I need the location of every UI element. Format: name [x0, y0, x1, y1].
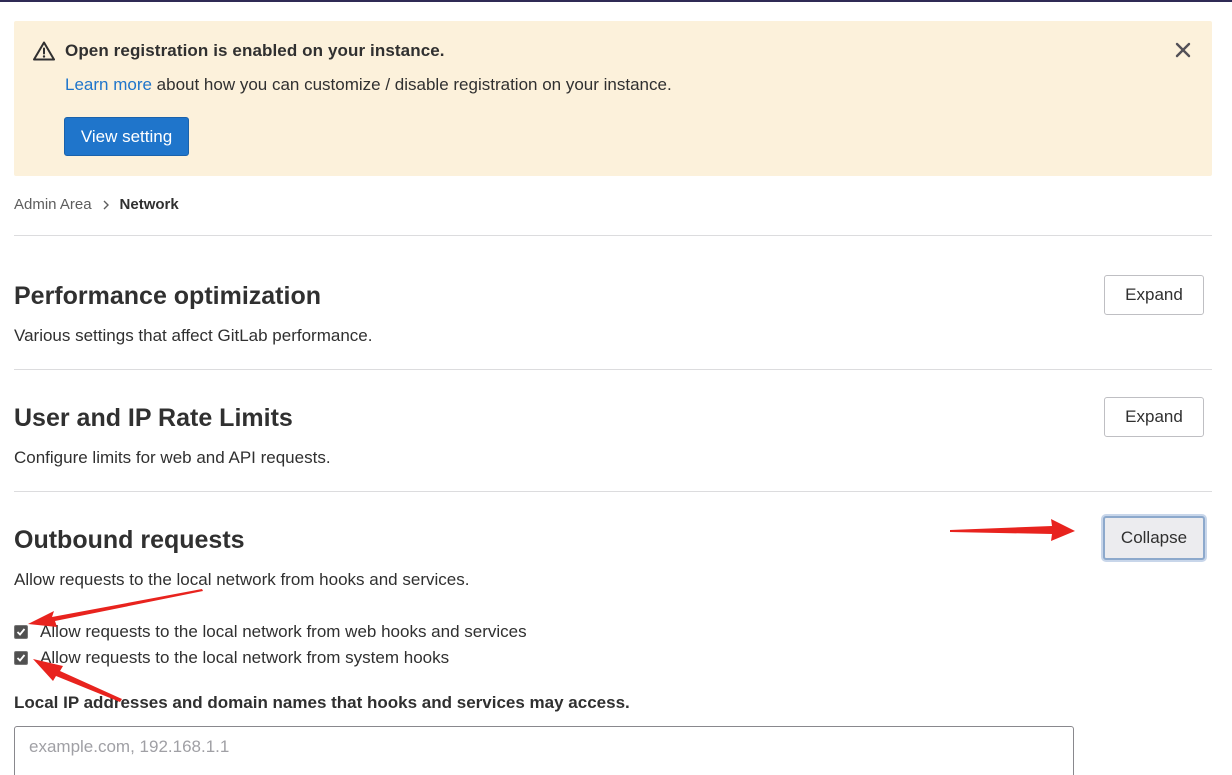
- check-icon: [16, 628, 26, 636]
- alert-title: Open registration is enabled on your ins…: [65, 41, 445, 60]
- web-hooks-checkbox[interactable]: [14, 625, 28, 639]
- top-border: [0, 0, 1232, 2]
- section-desc-outbound: Allow requests to the local network from…: [14, 570, 470, 589]
- section-desc-performance: Various settings that affect GitLab perf…: [14, 326, 373, 345]
- expand-performance-button[interactable]: Expand: [1104, 275, 1204, 315]
- local-ip-textarea[interactable]: [14, 726, 1074, 775]
- close-icon[interactable]: [1172, 39, 1194, 61]
- learn-more-link[interactable]: Learn more: [65, 75, 152, 94]
- section-desc-rate-limits: Configure limits for web and API request…: [14, 448, 331, 467]
- section-title-outbound: Outbound requests: [14, 526, 245, 554]
- breadcrumb: Admin Area Network: [14, 196, 179, 213]
- divider: [14, 369, 1212, 370]
- chevron-right-icon: [103, 200, 109, 209]
- section-title-performance: Performance optimization: [14, 282, 321, 310]
- system-hooks-label[interactable]: Allow requests to the local network from…: [40, 648, 449, 668]
- check-icon: [16, 654, 26, 662]
- system-hooks-checkbox[interactable]: [14, 651, 28, 665]
- view-setting-button[interactable]: View setting: [64, 117, 189, 156]
- divider: [14, 491, 1212, 492]
- web-hooks-label[interactable]: Allow requests to the local network from…: [40, 622, 527, 642]
- warning-icon: [33, 41, 55, 61]
- collapse-outbound-button[interactable]: Collapse: [1103, 516, 1205, 560]
- registration-alert: Open registration is enabled on your ins…: [14, 21, 1212, 176]
- breadcrumb-network[interactable]: Network: [120, 196, 179, 213]
- breadcrumb-admin-area[interactable]: Admin Area: [14, 196, 92, 213]
- alert-body: Learn more about how you can customize /…: [65, 75, 672, 95]
- checkbox-row-system-hooks[interactable]: Allow requests to the local network from…: [14, 648, 449, 668]
- checkbox-row-web-hooks[interactable]: Allow requests to the local network from…: [14, 622, 527, 642]
- expand-rate-limits-button[interactable]: Expand: [1104, 397, 1204, 437]
- annotation-arrow-collapse: [950, 519, 1075, 541]
- section-title-rate-limits: User and IP Rate Limits: [14, 404, 293, 432]
- divider: [14, 235, 1212, 236]
- alert-body-text: about how you can customize / disable re…: [151, 75, 672, 94]
- local-ip-field-label: Local IP addresses and domain names that…: [14, 693, 630, 712]
